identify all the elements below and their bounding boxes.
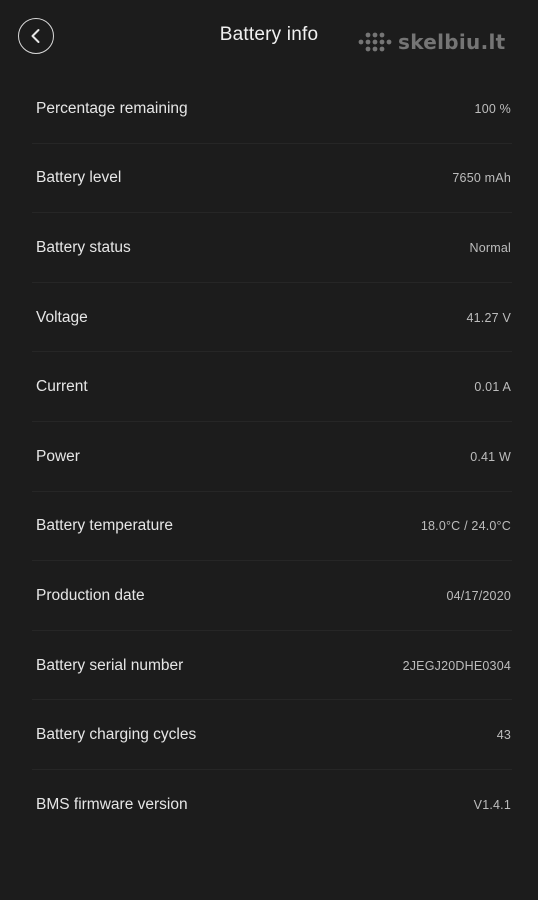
dots-logo-icon (358, 32, 392, 52)
row-label: Production date (36, 586, 145, 604)
row-label: Battery level (36, 169, 122, 187)
row-voltage: Voltage 41.27 V (0, 283, 538, 353)
row-label: Current (36, 378, 88, 396)
row-percentage-remaining: Percentage remaining 100 % (0, 74, 538, 144)
row-value: 7650 mAh (452, 171, 511, 186)
row-value: 04/17/2020 (446, 588, 511, 603)
row-battery-serial-number: Battery serial number 2JEGJ20DHE0304 (0, 631, 538, 701)
row-battery-level: Battery level 7650 mAh (0, 144, 538, 214)
row-value: 18.0°C / 24.0°C (420, 519, 511, 534)
battery-info-list: Percentage remaining 100 % Battery level… (0, 74, 538, 840)
row-label: Voltage (36, 308, 88, 326)
row-label: Battery temperature (36, 517, 173, 535)
row-value: 0.01 A (474, 380, 511, 395)
row-label: Battery serial number (36, 656, 184, 674)
row-label: Percentage remaining (36, 99, 188, 117)
row-battery-status: Battery status Normal (0, 213, 538, 283)
row-production-date: Production date 04/17/2020 (0, 561, 538, 631)
row-label: Battery charging cycles (36, 726, 197, 744)
row-value: Normal (469, 240, 511, 255)
row-value: 100 % (474, 101, 511, 116)
row-bms-firmware-version: BMS firmware version V1.4.1 (0, 770, 538, 840)
watermark-text: skelbiu.lt (398, 30, 506, 54)
row-label: BMS firmware version (36, 795, 188, 813)
header-bar: Battery info skelbiu.lt (0, 0, 538, 76)
row-battery-temperature: Battery temperature 18.0°C / 24.0°C (0, 492, 538, 562)
row-power: Power 0.41 W (0, 422, 538, 492)
row-battery-charging-cycles: Battery charging cycles 43 (0, 700, 538, 770)
row-value: 43 (496, 728, 511, 743)
row-label: Power (36, 447, 80, 465)
row-value: 41.27 V (466, 310, 511, 325)
row-value: 2JEGJ20DHE0304 (402, 658, 511, 673)
row-value: V1.4.1 (473, 797, 511, 812)
row-value: 0.41 W (470, 449, 511, 464)
row-current: Current 0.01 A (0, 352, 538, 422)
row-label: Battery status (36, 238, 131, 256)
watermark-logo: skelbiu.lt (358, 30, 506, 54)
